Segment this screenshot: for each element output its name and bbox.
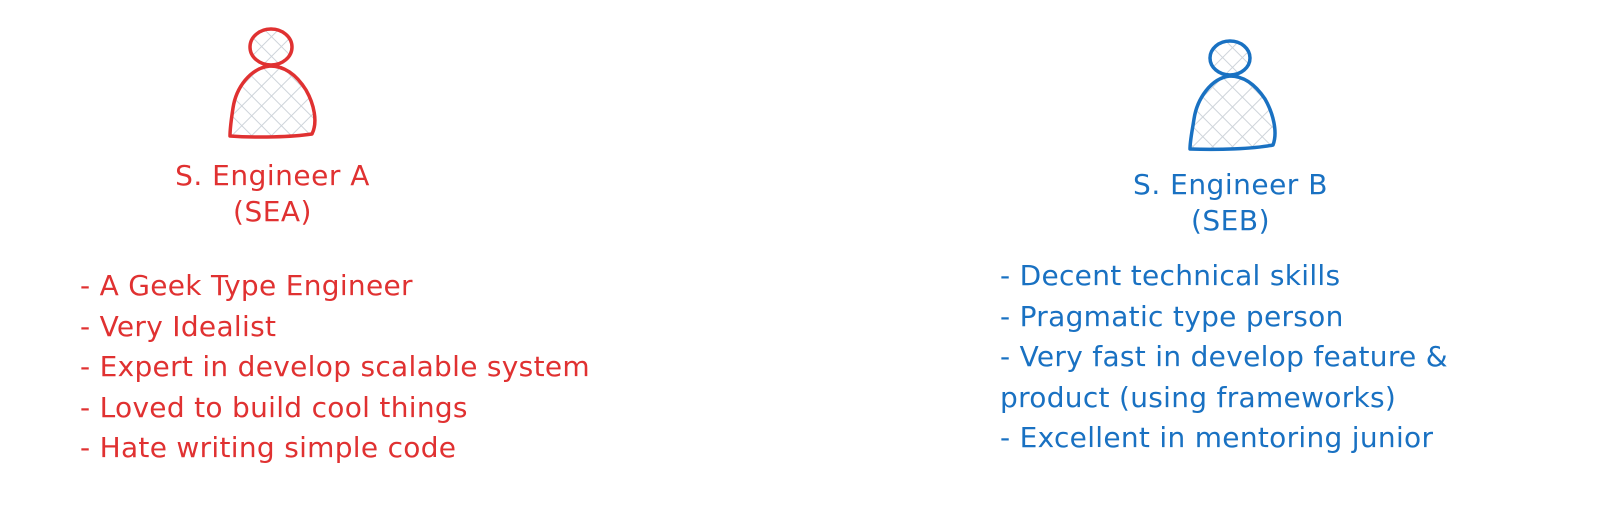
persona-title: S. Engineer A (SEA) bbox=[150, 158, 395, 230]
trait-item: - Loved to build cool things bbox=[80, 390, 468, 424]
persona-name: S. Engineer B bbox=[1133, 168, 1328, 201]
traits-list: - Decent technical skills - Pragmatic ty… bbox=[1000, 256, 1448, 459]
person-icon bbox=[1188, 39, 1277, 152]
persona-abbreviation: (SEB) bbox=[1190, 204, 1271, 237]
trait-item: - Excellent in mentoring junior bbox=[1000, 421, 1434, 454]
person-icon bbox=[228, 27, 317, 139]
persona-abbreviation: (SEA) bbox=[233, 195, 312, 228]
trait-item: - Hate writing simple code bbox=[80, 431, 457, 464]
trait-item: - A Geek Type Engineer bbox=[80, 269, 413, 302]
persona-title: S. Engineer B (SEB) bbox=[1108, 167, 1353, 239]
trait-item: - Expert in develop scalable system bbox=[80, 350, 590, 383]
trait-item: - Pragmatic type person bbox=[1000, 299, 1344, 333]
trait-item: - Very Idealist bbox=[80, 309, 277, 343]
trait-item: - Very fast in develop feature & bbox=[1000, 340, 1448, 373]
trait-item: product (using frameworks) bbox=[1000, 380, 1397, 414]
persona-name: S. Engineer A bbox=[175, 159, 370, 192]
traits-list: - A Geek Type Engineer - Very Idealist -… bbox=[80, 266, 590, 469]
trait-item: - Decent technical skills bbox=[1000, 259, 1341, 292]
